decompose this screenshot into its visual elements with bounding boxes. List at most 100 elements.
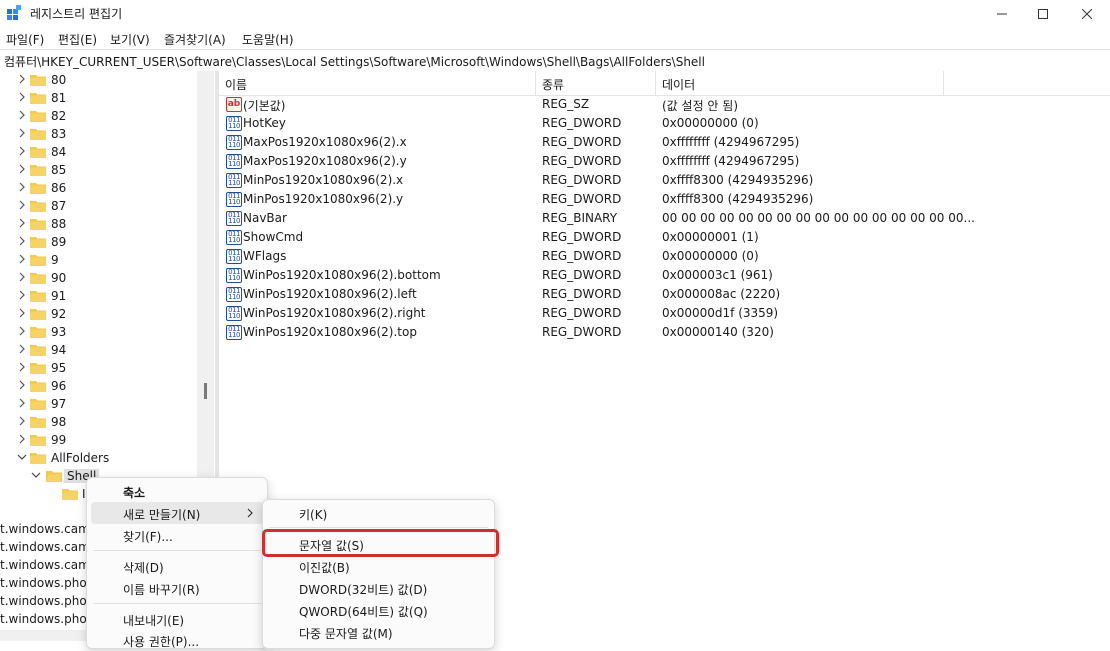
chevron-right-icon[interactable]	[17, 343, 27, 355]
chevron-right-icon[interactable]	[17, 73, 27, 85]
tree-item[interactable]: 93	[0, 323, 215, 341]
chevron-right-icon[interactable]	[17, 91, 27, 103]
chevron-right-icon[interactable]	[17, 253, 27, 265]
chevron-right-icon[interactable]	[17, 415, 27, 427]
chevron-right-icon[interactable]	[17, 307, 27, 319]
tree-item[interactable]: t.windows.photo	[0, 612, 95, 630]
chevron-right-icon[interactable]	[17, 235, 27, 247]
registry-value-row[interactable]: 011 110 MinPos1920x1080x96(2).x REG_DWORD 0x…	[219, 171, 1110, 190]
address-bar[interactable]: 컴퓨터\HKEY_CURRENT_USER\Software\Classes\L…	[0, 49, 1110, 72]
menu-item-delete[interactable]: 삭제(D)	[87, 555, 267, 577]
tree-item[interactable]: 86	[0, 179, 215, 197]
menu-file[interactable]: 파일(F)	[6, 31, 44, 48]
tree-item[interactable]: 80	[0, 71, 215, 89]
close-button[interactable]	[1064, 0, 1110, 27]
value-name: MinPos1920x1080x96(2).y	[243, 192, 404, 206]
chevron-right-icon[interactable]	[17, 271, 27, 283]
registry-value-row[interactable]: 011 110 WinPos1920x1080x96(2).top REG_DWORD…	[219, 323, 1110, 342]
registry-value-row[interactable]: 011 110 ShowCmd REG_DWORD 0x00000001 (1)	[219, 228, 1110, 247]
registry-value-row[interactable]: ab (기본값) REG_SZ (값 설정 안 됨)	[219, 95, 1110, 114]
registry-value-row[interactable]: 011 110 NavBar REG_BINARY 00 00 00 00 00 00 …	[219, 209, 1110, 228]
menu-item-export[interactable]: 내보내기(E)	[87, 608, 267, 630]
column-header-name[interactable]: 이름	[225, 76, 247, 93]
menu-item-find[interactable]: 찾기(F)...	[87, 524, 267, 546]
maximize-button[interactable]	[1020, 0, 1066, 27]
chevron-right-icon[interactable]	[17, 433, 27, 445]
maximize-icon	[1038, 8, 1048, 19]
menu-item-rename[interactable]: 이름 바꾸기(R)	[87, 577, 267, 599]
tree-item[interactable]: t.windows.photo	[0, 576, 95, 594]
submenu-item-qword-value[interactable]: QWORD(64비트) 값(Q)	[263, 599, 494, 621]
tree-item[interactable]: 81	[0, 89, 215, 107]
chevron-right-icon[interactable]	[17, 325, 27, 337]
menu-view[interactable]: 보기(V)	[110, 31, 150, 48]
value-data: 0x000003c1 (961)	[662, 268, 773, 282]
chevron-down-icon[interactable]	[17, 451, 27, 463]
chevron-right-icon[interactable]	[17, 181, 27, 193]
tree-item[interactable]: t.windows.photo	[0, 594, 95, 612]
menu-item-new[interactable]: 새로 만들기(N)	[91, 502, 263, 524]
folder-icon	[30, 327, 46, 338]
tree-item[interactable]: 97	[0, 395, 215, 413]
minimize-button[interactable]	[979, 0, 1025, 27]
registry-value-row[interactable]: 011 110 WinPos1920x1080x96(2).right REG_DWO…	[219, 304, 1110, 323]
column-header-data[interactable]: 데이터	[662, 76, 695, 93]
registry-value-row[interactable]: 011 110 WFlags REG_DWORD 0x00000000 (0)	[219, 247, 1110, 266]
registry-value-row[interactable]: 011 110 MaxPos1920x1080x96(2).x REG_DWORD 0x…	[219, 133, 1110, 152]
chevron-right-icon[interactable]	[17, 379, 27, 391]
column-divider[interactable]	[535, 71, 536, 95]
menu-separator	[93, 550, 261, 551]
chevron-right-icon[interactable]	[17, 145, 27, 157]
tree-item[interactable]: 96	[0, 377, 215, 395]
submenu-item-multi-string-value[interactable]: 다중 문자열 값(M)	[263, 621, 494, 643]
menu-help[interactable]: 도움말(H)	[242, 31, 294, 48]
tree-item[interactable]: 98	[0, 413, 215, 431]
tree-item[interactable]: 91	[0, 287, 215, 305]
tree-item[interactable]: 84	[0, 143, 215, 161]
tree-item[interactable]: 92	[0, 305, 215, 323]
chevron-right-icon[interactable]	[17, 397, 27, 409]
chevron-right-icon[interactable]	[17, 289, 27, 301]
column-header-type[interactable]: 종류	[542, 76, 564, 93]
tree-item[interactable]: 89	[0, 233, 215, 251]
chevron-right-icon[interactable]	[17, 217, 27, 229]
tree-item[interactable]: 85	[0, 161, 215, 179]
registry-value-row[interactable]: 011 110 MinPos1920x1080x96(2).y REG_DWORD 0x…	[219, 190, 1110, 209]
menu-item-permissions[interactable]: 사용 권한(P)...	[87, 629, 267, 651]
value-name: HotKey	[243, 116, 286, 130]
tree-item[interactable]: 83	[0, 125, 215, 143]
column-divider[interactable]	[655, 71, 656, 95]
submenu-item-binary-value[interactable]: 이진값(B)	[263, 555, 494, 577]
tree-item[interactable]: 87	[0, 197, 215, 215]
tree-item[interactable]: 95	[0, 359, 215, 377]
tree-item[interactable]: 90	[0, 269, 215, 287]
menu-favorites[interactable]: 즐겨찾기(A)	[164, 31, 226, 48]
tree-item[interactable]: t.windows.came	[0, 540, 95, 558]
tree-item[interactable]: 94	[0, 341, 215, 359]
tree-item[interactable]: t.windows.came	[0, 558, 95, 576]
chevron-right-icon[interactable]	[17, 199, 27, 211]
tree-scrollbar-thumb[interactable]	[204, 383, 207, 399]
chevron-right-icon[interactable]	[17, 361, 27, 373]
registry-value-row[interactable]: 011 110 WinPos1920x1080x96(2).bottom REG_DW…	[219, 266, 1110, 285]
registry-value-row[interactable]: 011 110 HotKey REG_DWORD 0x00000000 (0)	[219, 114, 1110, 133]
registry-value-row[interactable]: 011 110 MaxPos1920x1080x96(2).y REG_DWORD 0x…	[219, 152, 1110, 171]
tree-item[interactable]: 88	[0, 215, 215, 233]
submenu-item-dword-value[interactable]: DWORD(32비트) 값(D)	[263, 577, 494, 599]
tree-item[interactable]: 9	[0, 251, 215, 269]
tree-scrollbar[interactable]	[197, 71, 214, 481]
chevron-down-icon[interactable]	[31, 469, 41, 481]
menu-edit[interactable]: 편집(E)	[58, 31, 97, 48]
tree-item[interactable]: 82	[0, 107, 215, 125]
chevron-right-icon[interactable]	[17, 127, 27, 139]
tree-item[interactable]: t.windows.came	[0, 522, 95, 540]
tree-item-allfolders[interactable]: AllFolders	[0, 449, 215, 467]
menu-item-collapse[interactable]: 축소	[87, 480, 267, 502]
chevron-right-icon[interactable]	[17, 109, 27, 121]
submenu-item-key[interactable]: 키(K)	[263, 502, 494, 524]
menu-item-label: 찾기(F)...	[123, 530, 173, 544]
tree-item[interactable]: 99	[0, 431, 215, 449]
column-divider[interactable]	[943, 71, 944, 95]
registry-value-row[interactable]: 011 110 WinPos1920x1080x96(2).left REG_DWOR…	[219, 285, 1110, 304]
chevron-right-icon[interactable]	[17, 163, 27, 175]
